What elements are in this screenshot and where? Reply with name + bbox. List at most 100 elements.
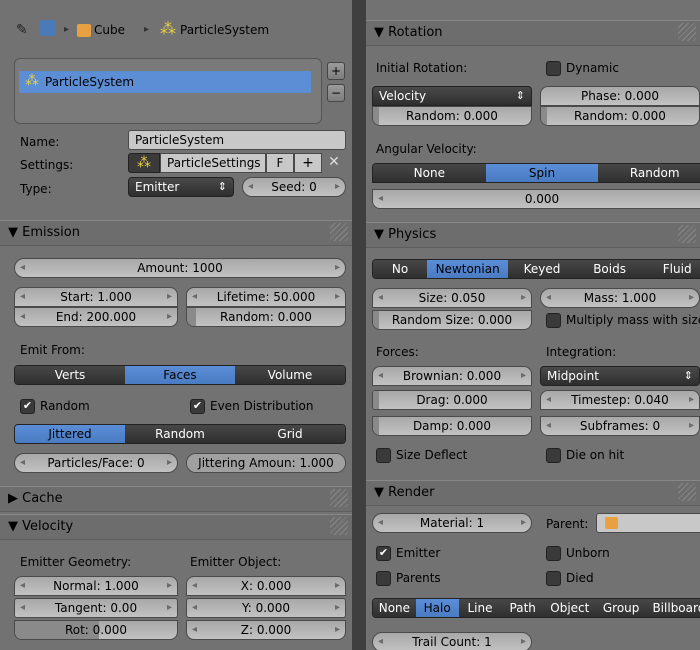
tangent-field[interactable]: ◂ Tangent: 0.00 ▸ (14, 598, 178, 618)
particle-settings-icon[interactable]: ⁂ (128, 153, 160, 173)
list-item[interactable]: ⁂ ParticleSystem (19, 71, 311, 93)
settings-field[interactable]: ParticleSettings (160, 153, 266, 173)
random-checkbox-label: Random (40, 399, 90, 413)
physics-fluid-button[interactable]: Fluid (643, 260, 700, 278)
drag-grip-icon[interactable] (678, 225, 696, 243)
z-field[interactable]: ◂ Z: 0.000 ▸ (186, 620, 346, 640)
material-field[interactable]: ◂ Material: 1 ▸ (372, 513, 532, 533)
breadcrumb-system[interactable]: ParticleSystem (180, 23, 269, 37)
physics-no-button[interactable]: No (373, 260, 428, 278)
damp-field[interactable]: Damp: 0.000 (372, 416, 532, 436)
name-field[interactable]: ParticleSystem (128, 130, 346, 150)
unborn-checkbox[interactable]: Unborn (546, 545, 610, 561)
parent-field[interactable] (596, 513, 700, 533)
angular-random-button[interactable]: Random (598, 164, 700, 182)
render-group-button[interactable]: Group (595, 599, 647, 617)
angular-value: 0.000 (524, 192, 560, 206)
angular-spin-button[interactable]: Spin (485, 164, 599, 182)
rotation-header[interactable]: ▼ Rotation (366, 20, 700, 46)
drag-grip-icon[interactable] (678, 23, 696, 41)
start-field[interactable]: ◂ Start: 1.000 ▸ (14, 287, 178, 307)
fake-user-button[interactable]: F (266, 153, 294, 173)
drag-grip-icon[interactable] (678, 483, 696, 501)
render-none-button[interactable]: None (373, 599, 416, 617)
multiply-mass-checkbox[interactable]: Multiply mass with size (546, 312, 700, 328)
physics-boids-button[interactable]: Boids (575, 260, 644, 278)
lifetime-field[interactable]: ◂ Lifetime: 50.000 ▸ (186, 287, 346, 307)
dist-random-button[interactable]: Random (125, 425, 235, 443)
cache-header[interactable]: ▶ Cache (0, 486, 352, 512)
velocity-title: ▼ Velocity (8, 519, 74, 534)
trail-count-field[interactable]: ◂ Trail Count: 1 ▸ (372, 632, 532, 650)
integration-dropdown[interactable]: Midpoint ⇕ (540, 366, 700, 386)
random-size-field[interactable]: Random Size: 0.000 (372, 310, 532, 330)
random-checkbox[interactable]: ✔ Random (20, 398, 90, 414)
parents-label: Parents (396, 571, 441, 585)
dynamic-label: Dynamic (566, 61, 619, 75)
render-emitter-label: Emitter (396, 546, 441, 560)
physics-header[interactable]: ▼ Physics (366, 222, 700, 248)
breadcrumb-object[interactable]: Cube (94, 23, 125, 37)
rotation-mode-dropdown[interactable]: Velocity ⇕ (372, 86, 532, 106)
timestep-field[interactable]: ◂ Timestep: 0.040 ▸ (540, 390, 700, 410)
physics-keyed-button[interactable]: Keyed (508, 260, 576, 278)
x-field[interactable]: ◂ X: 0.000 ▸ (186, 576, 346, 596)
drag-grip-icon[interactable] (330, 489, 348, 507)
pin-icon[interactable]: ✎ (16, 22, 28, 38)
phase-field[interactable]: Phase: 0.000 (540, 86, 700, 106)
render-halo-button[interactable]: Halo (415, 599, 459, 617)
subframes-field[interactable]: ◂ Subframes: 0 ▸ (540, 416, 700, 436)
seed-field[interactable]: ◂ Seed: 0 ▸ (242, 177, 346, 197)
emit-volume-button[interactable]: Volume (235, 366, 345, 384)
render-billboard-button[interactable]: Billboard (646, 599, 700, 617)
mass-field[interactable]: ◂ Mass: 1.000 ▸ (540, 288, 700, 308)
jittering-field[interactable]: Jittering Amoun: 1.000 (186, 453, 346, 473)
scene-icon (40, 20, 56, 36)
rotation-title: ▼ Rotation (374, 25, 443, 40)
normal-field[interactable]: ◂ Normal: 1.000 ▸ (14, 576, 178, 596)
velocity-header[interactable]: ▼ Velocity (0, 514, 352, 540)
rot-value: 0.000 (92, 623, 128, 637)
physics-newtonian-button[interactable]: Newtonian (427, 260, 509, 278)
render-emitter-checkbox[interactable]: ✔ Emitter (376, 545, 440, 561)
angular-none-button[interactable]: None (373, 164, 486, 182)
render-line-button[interactable]: Line (458, 599, 502, 617)
rot-field[interactable]: Rot: 0.000 (14, 620, 178, 640)
die-on-hit-checkbox[interactable]: Die on hit (546, 447, 624, 463)
right-properties-panel: ▼ Rotation Initial Rotation: Dynamic Vel… (366, 0, 700, 650)
amount-field[interactable]: ◂ Amount: 1000 ▸ (14, 258, 346, 278)
parents-checkbox[interactable]: Parents (376, 570, 441, 586)
emit-faces-button[interactable]: Faces (125, 366, 235, 384)
rotation-random-field[interactable]: Random: 0.000 (372, 106, 532, 126)
size-deflect-checkbox[interactable]: Size Deflect (376, 447, 467, 463)
brownian-field[interactable]: ◂ Brownian: 0.000 ▸ (372, 366, 532, 386)
y-field[interactable]: ◂ Y: 0.000 ▸ (186, 598, 346, 618)
even-distribution-checkbox[interactable]: ✔ Even Distribution (190, 398, 314, 414)
remove-icon[interactable]: − (327, 84, 345, 102)
random-lifetime-field[interactable]: Random: 0.000 (186, 307, 346, 327)
render-header[interactable]: ▼ Render (366, 480, 700, 506)
type-dropdown[interactable]: Emitter ⇕ (128, 177, 234, 197)
render-object-button[interactable]: Object (544, 599, 596, 617)
dynamic-checkbox[interactable]: Dynamic (546, 60, 619, 76)
forces-label: Forces: (376, 345, 419, 359)
drag-grip-icon[interactable] (330, 517, 348, 535)
add-settings-icon[interactable]: + (294, 153, 322, 173)
close-icon[interactable]: ✕ (322, 153, 346, 173)
drag-grip-icon[interactable] (330, 223, 348, 241)
emit-verts-button[interactable]: Verts (15, 366, 125, 384)
settings-label: Settings: (20, 158, 74, 172)
particles-face-field[interactable]: ◂ Particles/Face: 0 ▸ (14, 453, 178, 473)
add-icon[interactable]: + (327, 62, 345, 80)
drag-field[interactable]: Drag: 0.000 (372, 390, 532, 410)
dist-jittered-button[interactable]: Jittered (15, 425, 125, 443)
dist-grid-button[interactable]: Grid (235, 425, 345, 443)
end-field[interactable]: ◂ End: 200.000 ▸ (14, 307, 178, 327)
angular-value-field[interactable]: ◂0.000▸ (372, 189, 700, 209)
emission-header[interactable]: ▼ Emission (0, 220, 352, 246)
subframes-value: Subframes: 0 (579, 419, 661, 433)
render-path-button[interactable]: Path (501, 599, 545, 617)
died-checkbox[interactable]: Died (546, 570, 594, 586)
phase-random-field[interactable]: Random: 0.000 (540, 106, 700, 126)
size-field[interactable]: ◂ Size: 0.050 ▸ (372, 288, 532, 308)
